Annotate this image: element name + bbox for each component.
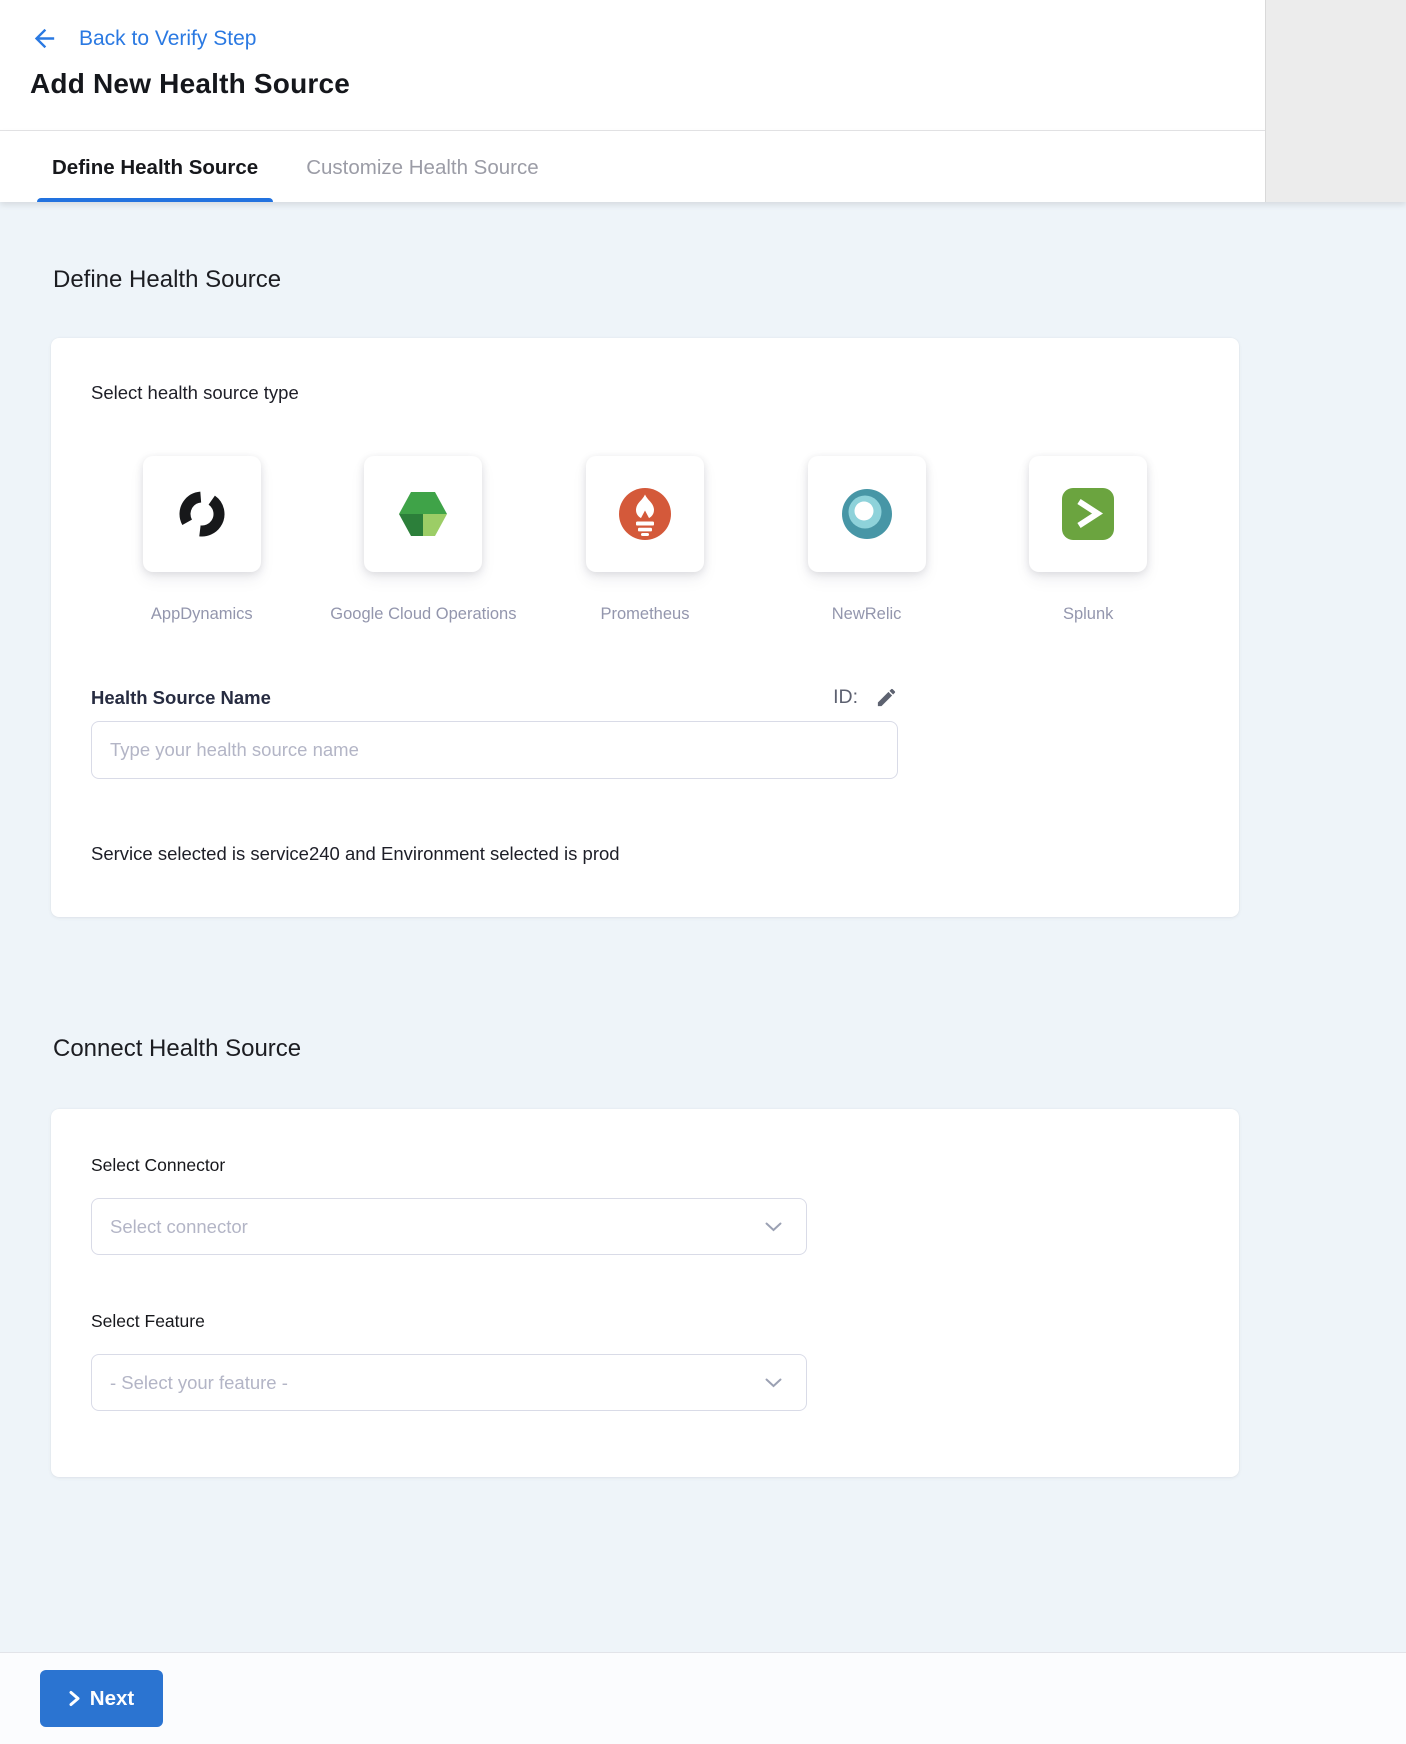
connect-section-title: Connect Health Source <box>53 1035 1406 1063</box>
service-environment-text: Service selected is service240 and Envir… <box>91 843 1199 865</box>
health-source-name-row: Health Source Name ID: <box>91 686 898 709</box>
health-source-option-splunk: Splunk <box>977 456 1199 624</box>
connector-select[interactable]: Select connector <box>91 1198 807 1255</box>
back-link-label: Back to Verify Step <box>79 27 256 51</box>
edit-pencil-icon[interactable] <box>875 686 898 709</box>
tile-label-splunk: Splunk <box>1063 605 1113 624</box>
arrow-left-icon <box>30 24 59 53</box>
appdynamics-tile[interactable] <box>143 456 261 572</box>
select-feature-label: Select Feature <box>91 1311 1199 1332</box>
google-cloud-operations-icon <box>395 488 451 540</box>
health-source-option-appdynamics: AppDynamics <box>91 456 313 624</box>
select-type-label: Select health source type <box>91 382 1199 404</box>
content-area: Define Health Source Select health sourc… <box>0 202 1406 1652</box>
prometheus-tile[interactable] <box>586 456 704 572</box>
select-connector-label: Select Connector <box>91 1155 1199 1176</box>
id-group: ID: <box>833 686 898 709</box>
id-label: ID: <box>833 686 858 709</box>
health-source-option-google-cloud-operations: Google Cloud Operations <box>313 456 535 624</box>
splunk-icon <box>1059 485 1117 543</box>
prometheus-icon <box>616 485 674 543</box>
google-cloud-operations-tile[interactable] <box>364 456 482 572</box>
define-health-source-card: Select health source type AppDynamics <box>51 338 1239 917</box>
tab-customize-health-source[interactable]: Customize Health Source <box>291 156 553 202</box>
feature-select-placeholder: - Select your feature - <box>110 1372 288 1394</box>
chevron-down-icon <box>765 1222 782 1232</box>
next-button-label: Next <box>90 1687 134 1711</box>
health-source-name-label: Health Source Name <box>91 687 271 709</box>
footer: Next <box>0 1652 1406 1744</box>
newrelic-tile[interactable] <box>808 456 926 572</box>
feature-select[interactable]: - Select your feature - <box>91 1354 807 1411</box>
background-page-strip <box>1265 0 1406 202</box>
chevron-right-icon <box>69 1690 80 1707</box>
tile-label-appdynamics: AppDynamics <box>151 605 253 624</box>
tab-define-health-source[interactable]: Define Health Source <box>37 156 273 202</box>
splunk-tile[interactable] <box>1029 456 1147 572</box>
newrelic-icon <box>838 485 896 543</box>
tab-bar: Define Health Source Customize Health So… <box>0 131 1406 202</box>
add-health-source-page: Back to Verify Step Add New Health Sourc… <box>0 0 1406 1744</box>
health-source-option-newrelic: NewRelic <box>756 456 978 624</box>
health-source-name-input[interactable] <box>91 721 898 779</box>
header: Back to Verify Step Add New Health Sourc… <box>0 0 1406 131</box>
health-source-type-row: AppDynamics Google Cloud Operations <box>91 456 1199 624</box>
tile-label-prometheus: Prometheus <box>601 605 690 624</box>
page-title: Add New Health Source <box>30 68 1406 100</box>
appdynamics-icon <box>173 485 231 543</box>
back-link[interactable]: Back to Verify Step <box>30 24 256 53</box>
tile-label-newrelic: NewRelic <box>832 605 902 624</box>
chevron-down-icon <box>765 1378 782 1388</box>
define-section-title: Define Health Source <box>53 202 1406 294</box>
connect-health-source-card: Select Connector Select connector Select… <box>51 1109 1239 1477</box>
health-source-option-prometheus: Prometheus <box>534 456 756 624</box>
connector-select-placeholder: Select connector <box>110 1216 248 1238</box>
tile-label-google-cloud-operations: Google Cloud Operations <box>330 605 516 624</box>
next-button[interactable]: Next <box>40 1670 163 1727</box>
